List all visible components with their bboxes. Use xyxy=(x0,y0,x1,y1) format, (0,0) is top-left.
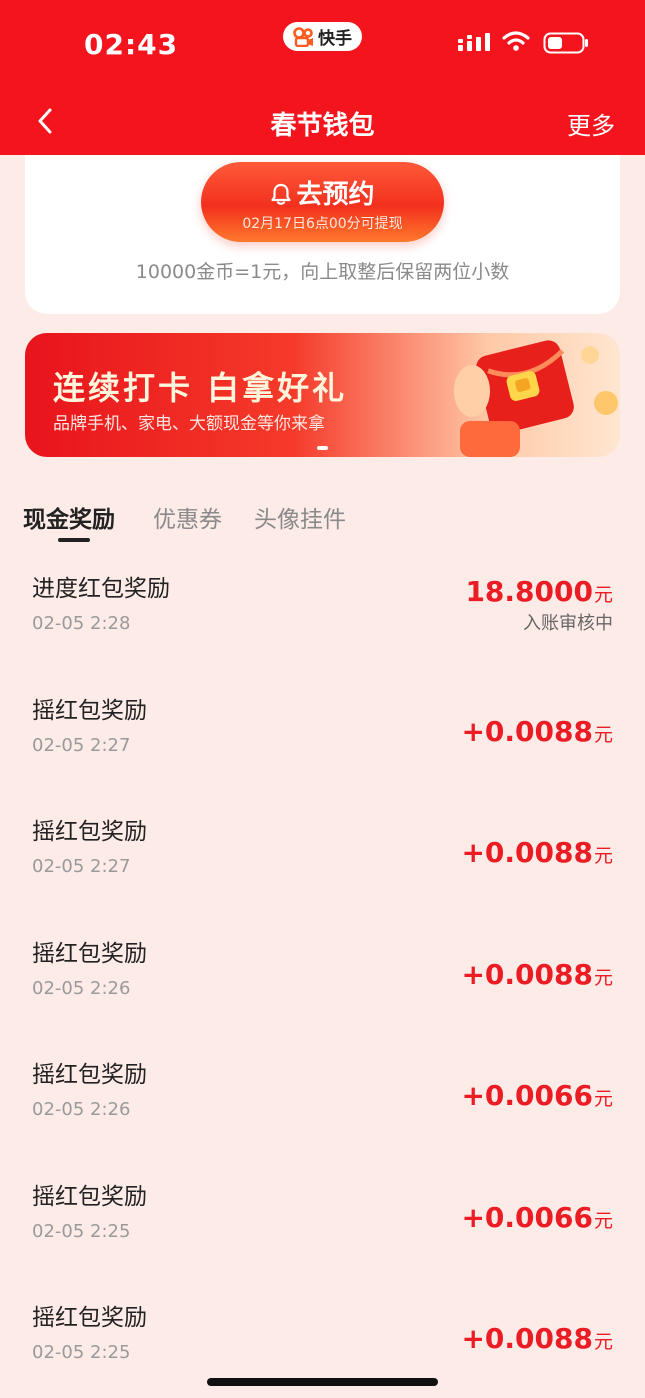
list-item[interactable]: 进度红包奖励 02-05 2:28 18.8000元 入账审核中 xyxy=(0,555,645,677)
list-item[interactable]: 摇红包奖励 02-05 2:26 +0.0066元 xyxy=(0,1041,645,1163)
record-title: 摇红包奖励 xyxy=(32,1183,147,1210)
record-time: 02-05 2:28 xyxy=(32,613,131,634)
amount-value: 18.8000 xyxy=(465,575,593,608)
app-badge[interactable]: 快手 xyxy=(283,22,362,51)
record-time: 02-05 2:26 xyxy=(32,977,131,999)
record-amount: +0.0066元 xyxy=(461,1079,613,1112)
record-title: 进度红包奖励 xyxy=(32,576,170,602)
amount-value: +0.0066 xyxy=(461,1200,593,1234)
tab-coupons[interactable]: 优惠券 xyxy=(153,500,222,534)
amount-unit: 元 xyxy=(593,1209,613,1232)
bell-icon xyxy=(271,183,292,205)
record-time: 02-05 2:25 xyxy=(32,1220,131,1242)
home-indicator[interactable] xyxy=(207,1378,438,1386)
record-time: 02-05 2:27 xyxy=(32,734,131,756)
more-button[interactable]: 更多 xyxy=(567,106,615,141)
exchange-rate-note: 10000金币=1元，向上取整后保留两位小数 xyxy=(135,261,510,283)
amount-value: +0.0088 xyxy=(461,714,593,748)
amount-unit: 元 xyxy=(593,845,613,867)
record-amount: +0.0066元 xyxy=(461,1201,613,1234)
withdraw-card: 去预约 02月17日6点00分可提现 10000金币=1元，向上取整后保留两位小… xyxy=(25,155,620,314)
amount-value: +0.0088 xyxy=(461,957,593,991)
active-tab-indicator xyxy=(58,538,90,542)
reserve-button-main: 去预约 xyxy=(201,174,444,211)
promo-banner[interactable]: 连续打卡 白拿好礼 品牌手机、家电、大额现金等你来拿 xyxy=(25,333,620,457)
reward-tabs: 现金奖励 优惠券 头像挂件 xyxy=(0,490,645,545)
banner-title: 连续打卡 白拿好礼 xyxy=(53,369,348,407)
list-item[interactable]: 摇红包奖励 02-05 2:26 +0.0088元 xyxy=(0,920,645,1042)
list-item[interactable]: 摇红包奖励 02-05 2:27 +0.0088元 xyxy=(0,677,645,799)
status-bar: 02:43 快手 xyxy=(0,0,645,88)
reward-record-list: 进度红包奖励 02-05 2:28 18.8000元 入账审核中 摇红包奖励 0… xyxy=(0,555,645,1398)
tab-avatar-pendant[interactable]: 头像挂件 xyxy=(254,500,346,534)
tab-cash-reward[interactable]: 现金奖励 xyxy=(23,500,115,534)
record-amount: +0.0088元 xyxy=(461,715,613,748)
record-amount: +0.0088元 xyxy=(461,958,613,991)
list-item[interactable]: 摇红包奖励 02-05 2:27 +0.0088元 xyxy=(0,798,645,920)
nav-bar: 春节钱包 更多 xyxy=(0,88,645,155)
record-amount: +0.0088元 xyxy=(461,836,613,869)
reserve-sub-label: 02月17日6点00分可提现 xyxy=(242,216,403,232)
amount-unit: 元 xyxy=(593,966,613,989)
record-title: 摇红包奖励 xyxy=(32,697,147,724)
wifi-icon xyxy=(502,31,530,51)
amount-unit: 元 xyxy=(593,723,613,746)
record-status: 入账审核中 xyxy=(523,613,613,634)
record-amount: +0.0088元 xyxy=(461,1322,613,1355)
banner-subtitle: 品牌手机、家电、大额现金等你来拿 xyxy=(53,414,325,434)
record-time: 02-05 2:25 xyxy=(32,1342,131,1363)
record-time: 02-05 2:26 xyxy=(32,1099,131,1120)
record-time: 02-05 2:27 xyxy=(32,856,131,877)
app-badge-label: 快手 xyxy=(318,29,352,49)
red-envelope-gift-icon xyxy=(454,340,618,457)
amount-unit: 元 xyxy=(593,1331,613,1353)
amount-unit: 元 xyxy=(593,584,613,606)
record-title: 摇红包奖励 xyxy=(32,819,147,845)
record-title: 摇红包奖励 xyxy=(32,940,147,967)
signal-icon xyxy=(458,33,490,51)
app-header: 02:43 快手 春节钱包 更多 xyxy=(0,0,645,155)
record-title: 摇红包奖励 xyxy=(32,1305,147,1331)
amount-value: +0.0088 xyxy=(461,836,593,869)
battery-icon xyxy=(543,32,588,54)
list-item[interactable]: 摇红包奖励 02-05 2:25 +0.0066元 xyxy=(0,1163,645,1285)
record-title: 摇红包奖励 xyxy=(32,1062,147,1088)
banner-page-indicator xyxy=(317,446,328,450)
page-title: 春节钱包 xyxy=(270,111,375,141)
reserve-button[interactable]: 去预约 02月17日6点00分可提现 xyxy=(201,162,444,242)
amount-value: +0.0066 xyxy=(461,1079,593,1112)
amount-unit: 元 xyxy=(593,1088,613,1110)
reserve-label: 去预约 xyxy=(296,180,375,210)
amount-value: +0.0088 xyxy=(461,1322,593,1355)
record-amount: 18.8000元 xyxy=(465,575,613,608)
status-time: 02:43 xyxy=(84,28,179,61)
kuaishou-logo-icon xyxy=(293,26,313,47)
